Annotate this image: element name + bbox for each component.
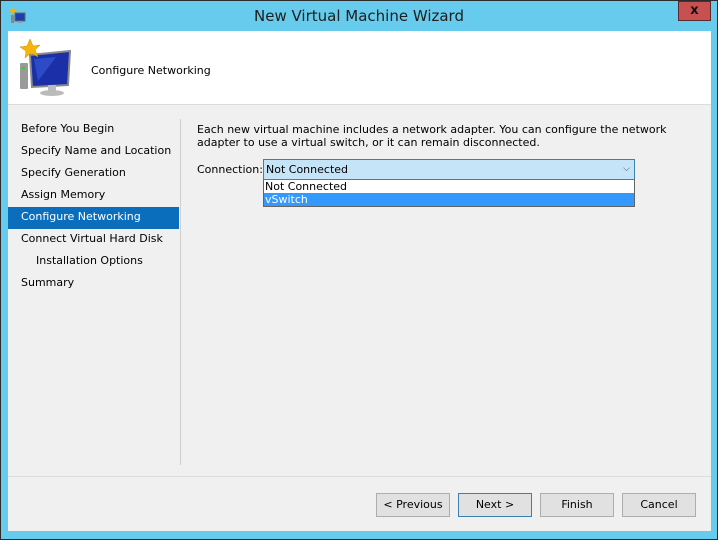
window-title: New Virtual Machine Wizard bbox=[254, 7, 464, 25]
nav-item-before-you-begin[interactable]: Before You Begin bbox=[8, 119, 179, 141]
networking-description: Each new virtual machine includes a netw… bbox=[197, 123, 667, 149]
wizard-client-area: Configure Networking Before You Begin Sp… bbox=[8, 31, 711, 531]
connection-label: Connection: bbox=[197, 163, 263, 176]
previous-button[interactable]: < Previous bbox=[376, 493, 450, 517]
title-bar[interactable]: New Virtual Machine Wizard x bbox=[1, 1, 717, 31]
nav-item-assign-memory[interactable]: Assign Memory bbox=[8, 185, 179, 207]
dropdown-option-not-connected[interactable]: Not Connected bbox=[264, 180, 634, 193]
nav-item-installation-options[interactable]: Installation Options bbox=[8, 251, 179, 273]
nav-item-specify-name-and-location[interactable]: Specify Name and Location bbox=[8, 141, 179, 163]
page-title: Configure Networking bbox=[91, 64, 211, 77]
footer-divider bbox=[8, 476, 711, 477]
nav-item-specify-generation[interactable]: Specify Generation bbox=[8, 163, 179, 185]
chevron-down-icon[interactable]: ⌵ bbox=[623, 160, 630, 179]
next-button[interactable]: Next > bbox=[458, 493, 532, 517]
wizard-steps-nav: Before You Begin Specify Name and Locati… bbox=[8, 119, 179, 295]
nav-item-connect-virtual-hard-disk[interactable]: Connect Virtual Hard Disk bbox=[8, 229, 179, 251]
connection-select[interactable]: Not Connected ⌵ bbox=[263, 159, 635, 180]
cancel-button[interactable]: Cancel bbox=[622, 493, 696, 517]
close-button[interactable]: x bbox=[678, 1, 711, 21]
nav-item-summary[interactable]: Summary bbox=[8, 273, 179, 295]
vertical-divider bbox=[180, 119, 181, 465]
wizard-window: New Virtual Machine Wizard x Configure N… bbox=[1, 1, 717, 539]
new-virtual-machine-icon bbox=[19, 38, 72, 96]
connection-selected-value: Not Connected bbox=[266, 163, 349, 176]
connection-dropdown-list: Not Connected vSwitch bbox=[263, 180, 635, 207]
finish-button[interactable]: Finish bbox=[540, 493, 614, 517]
dropdown-option-vswitch[interactable]: vSwitch bbox=[264, 193, 634, 206]
nav-item-configure-networking[interactable]: Configure Networking bbox=[8, 207, 179, 229]
wizard-header: Configure Networking bbox=[8, 31, 711, 105]
